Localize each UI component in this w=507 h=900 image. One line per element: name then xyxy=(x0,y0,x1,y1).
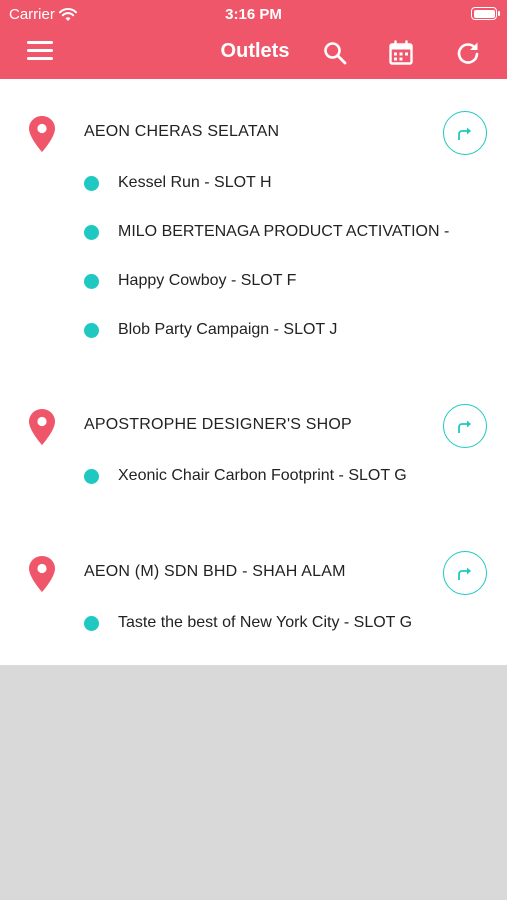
app-header: Carrier 3:16 PM Outlets xyxy=(0,0,507,79)
task-label: Kessel Run - SLOT H xyxy=(118,174,272,191)
directions-button[interactable] xyxy=(443,111,487,155)
task-status-dot xyxy=(84,616,99,631)
page-title: Outlets xyxy=(220,40,290,62)
task-label: Blob Party Campaign - SLOT J xyxy=(118,321,338,338)
location-pin-icon xyxy=(28,555,56,593)
outlet-name: AEON (M) SDN BHD - SHAH ALAM xyxy=(84,563,346,580)
task-status-dot xyxy=(84,274,99,289)
task-label: Xeonic Chair Carbon Footprint - SLOT G xyxy=(118,467,407,484)
location-pin-icon xyxy=(28,115,56,153)
task-item[interactable]: Kessel Run - SLOT H xyxy=(0,159,507,208)
outlet-header[interactable]: APOSTROPHE DESIGNER'S SHOP xyxy=(0,400,507,452)
status-bar: Carrier 3:16 PM xyxy=(0,0,507,28)
outlet-list: AEON CHERAS SELATAN Kessel Run - SLOT H … xyxy=(0,79,507,665)
outlet-header[interactable]: AEON (M) SDN BHD - SHAH ALAM xyxy=(0,547,507,599)
toolbar: Outlets xyxy=(0,28,507,79)
battery-icon xyxy=(471,7,500,20)
task-label: Taste the best of New York City - SLOT G xyxy=(118,614,413,631)
outlet-group: AEON (M) SDN BHD - SHAH ALAM Taste the b… xyxy=(0,547,507,648)
directions-icon xyxy=(458,420,471,433)
task-item[interactable]: Blob Party Campaign - SLOT J xyxy=(0,306,507,355)
directions-button[interactable] xyxy=(443,404,487,448)
outlet-name: APOSTROPHE DESIGNER'S SHOP xyxy=(84,416,352,433)
task-status-dot xyxy=(84,469,99,484)
task-status-dot xyxy=(84,176,99,191)
task-label: Happy Cowboy - SLOT F xyxy=(118,272,297,289)
outlet-name: AEON CHERAS SELATAN xyxy=(84,123,280,140)
outlet-group: APOSTROPHE DESIGNER'S SHOP Xeonic Chair … xyxy=(0,400,507,501)
directions-icon xyxy=(458,127,471,140)
search-icon[interactable] xyxy=(322,40,348,66)
task-item[interactable]: Xeonic Chair Carbon Footprint - SLOT G xyxy=(0,452,507,501)
task-item[interactable]: Taste the best of New York City - SLOT G xyxy=(0,599,507,648)
task-status-dot xyxy=(84,323,99,338)
task-status-dot xyxy=(84,225,99,240)
menu-icon[interactable] xyxy=(27,41,53,63)
directions-button[interactable] xyxy=(443,551,487,595)
clock: 3:16 PM xyxy=(225,6,282,23)
directions-icon xyxy=(458,567,471,580)
task-item[interactable]: MILO BERTENAGA PRODUCT ACTIVATION - xyxy=(0,208,507,257)
task-item[interactable]: Happy Cowboy - SLOT F xyxy=(0,257,507,306)
outlet-header[interactable]: AEON CHERAS SELATAN xyxy=(0,107,507,159)
outlet-group: AEON CHERAS SELATAN Kessel Run - SLOT H … xyxy=(0,107,507,355)
location-pin-icon xyxy=(28,408,56,446)
calendar-icon[interactable] xyxy=(388,40,414,66)
refresh-icon[interactable] xyxy=(455,40,481,66)
task-label: MILO BERTENAGA PRODUCT ACTIVATION - xyxy=(118,223,450,240)
